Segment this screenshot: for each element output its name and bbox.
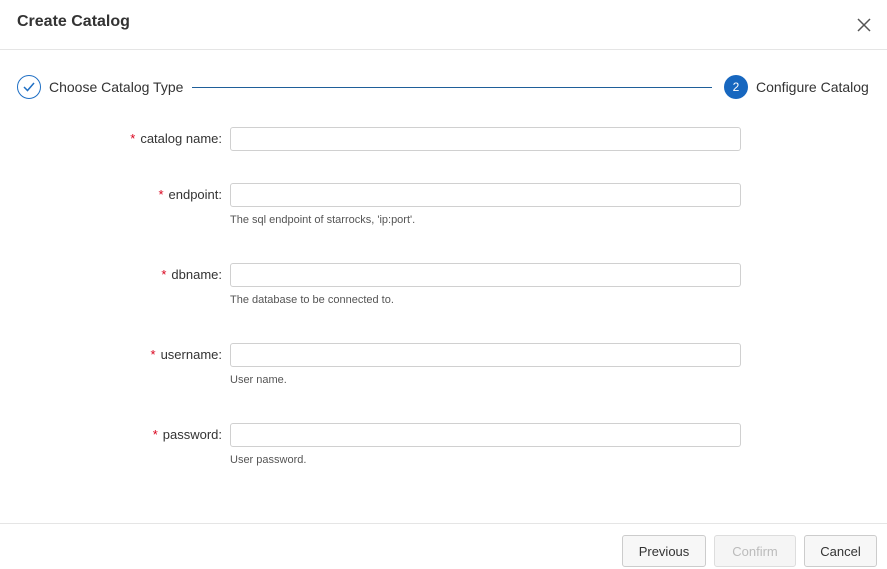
- password-label: * password:: [152, 427, 222, 442]
- username-help-text: User name.: [230, 374, 287, 386]
- step-2-number: 2: [724, 75, 748, 99]
- form-row-catalog-name: * catalog name:: [0, 127, 887, 187]
- catalog-name-input[interactable]: [230, 127, 741, 151]
- endpoint-label: * endpoint:: [158, 187, 222, 202]
- step-connector: [192, 87, 712, 88]
- endpoint-help-text: The sql endpoint of starrocks, 'ip:port'…: [230, 214, 416, 226]
- previous-button[interactable]: Previous: [622, 535, 706, 567]
- username-label: * username:: [150, 347, 222, 362]
- dialog-footer: Previous Confirm Cancel: [0, 523, 887, 569]
- step-completed-check-icon: [17, 75, 41, 99]
- dbname-label: * dbname:: [161, 267, 222, 282]
- step-2-label: Configure Catalog: [756, 79, 869, 95]
- create-catalog-dialog: Create Catalog Choose Catalog Type 2 Con…: [0, 0, 887, 569]
- confirm-button[interactable]: Confirm: [714, 535, 796, 567]
- cancel-button[interactable]: Cancel: [804, 535, 877, 567]
- form-row-endpoint: * endpoint: The sql endpoint of starrocks…: [0, 183, 887, 243]
- form-row-dbname: * dbname: The database to be connected to…: [0, 263, 887, 323]
- dbname-help-text: The database to be connected to.: [230, 294, 394, 306]
- password-help-text: User password.: [230, 454, 307, 466]
- close-icon[interactable]: [852, 13, 876, 37]
- form-row-password: * password: User password.: [0, 423, 887, 483]
- dialog-header: Create Catalog: [0, 0, 887, 50]
- password-input[interactable]: [230, 423, 741, 447]
- form-row-username: * username: User name.: [0, 343, 887, 403]
- dialog-title: Create Catalog: [17, 13, 130, 30]
- required-mark: *: [150, 347, 156, 362]
- dbname-input[interactable]: [230, 263, 741, 287]
- required-mark: *: [158, 187, 164, 202]
- required-mark: *: [152, 427, 158, 442]
- step-1-label: Choose Catalog Type: [49, 79, 184, 95]
- endpoint-input[interactable]: [230, 183, 741, 207]
- catalog-name-label: * catalog name:: [130, 131, 222, 146]
- required-mark: *: [130, 131, 136, 146]
- username-input[interactable]: [230, 343, 741, 367]
- required-mark: *: [161, 267, 167, 282]
